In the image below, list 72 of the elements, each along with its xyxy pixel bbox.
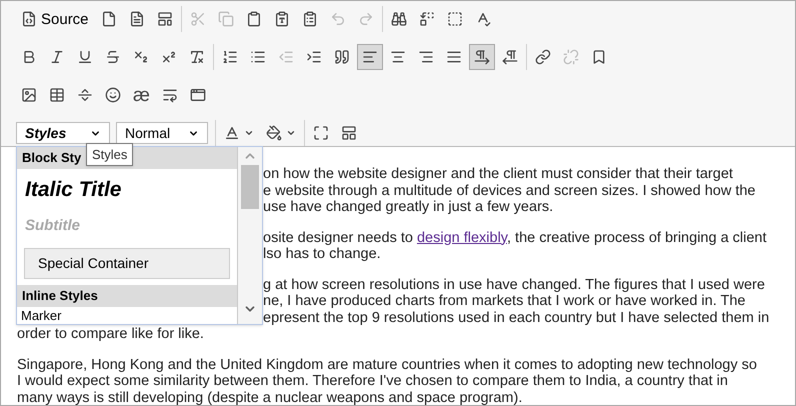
maximize-icon xyxy=(313,125,329,141)
template-icon xyxy=(156,11,173,27)
clipboard-list-icon xyxy=(302,11,318,27)
italic-icon xyxy=(49,49,65,65)
bulleted-list-icon xyxy=(250,49,266,65)
style-dropdown[interactable]: Normal xyxy=(116,122,208,144)
blocks-icon xyxy=(341,125,357,141)
text-line: e website through a multitude of devices and screen sizes. I showed how the xyxy=(263,182,756,198)
text-line: order to compare like for like. xyxy=(17,326,204,342)
remove-format-icon xyxy=(189,49,205,65)
text-color-icon xyxy=(224,125,240,141)
text-line: g at how screen resolutions in use have changed. The figures that I used were xyxy=(263,276,765,292)
underline-icon xyxy=(77,49,93,65)
paint-bucket-icon xyxy=(266,125,282,141)
toolbar-button[interactable] xyxy=(357,44,383,70)
page-break-icon xyxy=(162,87,178,103)
text-line: Singapore, Hong Kong and the United Kingdom are mature countries when it comes to adopting new technology so xyxy=(17,356,757,372)
superscript-icon xyxy=(161,49,177,65)
blank-page-icon xyxy=(100,11,117,27)
align-left-icon xyxy=(362,49,378,65)
toolbar-button[interactable] xyxy=(469,44,495,70)
style-option[interactable]: Italic Title xyxy=(17,169,237,212)
horizontal-line-icon xyxy=(77,87,93,103)
section-heading: Block Sty xyxy=(22,149,82,168)
bookmark-icon xyxy=(591,49,607,65)
text-line: I would expect some similarity between them. Therefore I've chosen to compare them to India, a country that in xyxy=(17,373,728,389)
indent-icon xyxy=(306,49,322,65)
strikethrough-icon xyxy=(105,49,121,65)
justify-icon xyxy=(446,49,462,65)
text-line: osite designer needs to design flexibly, the creative process of bringing a client xyxy=(263,230,767,246)
section-heading: Inline Styles xyxy=(22,287,98,305)
toolbar-button[interactable]: Source xyxy=(16,6,94,32)
window-icon xyxy=(190,87,206,103)
replace-icon xyxy=(418,11,435,27)
scrollbar[interactable] xyxy=(238,147,262,324)
text-line: lso has to change. xyxy=(263,246,381,262)
clipboard-text-icon xyxy=(274,11,290,27)
smiley-icon xyxy=(105,87,121,103)
text-line: on how the website designer and the client must consider that their target xyxy=(263,166,733,182)
style-dropdown[interactable]: Styles xyxy=(16,122,110,144)
caret-icon xyxy=(244,128,254,138)
binoculars-icon xyxy=(390,11,407,27)
toolbar-button[interactable]: æ xyxy=(128,82,155,108)
image-icon xyxy=(21,87,37,103)
scissors-icon xyxy=(190,11,206,27)
table-icon xyxy=(49,87,65,103)
clipboard-icon xyxy=(246,11,262,27)
text-line: epresent the top 9 resolutions used in each country but I have selected them in xyxy=(263,310,770,326)
scroll-thumb[interactable] xyxy=(241,165,259,209)
numbered-list-icon xyxy=(222,49,238,65)
text-line: many ways is still developing (despite a nuclear weapons and space program). xyxy=(17,390,522,406)
align-center-icon xyxy=(390,49,406,65)
text-line: use have changed greatly in just a few years. xyxy=(263,199,554,215)
link-icon xyxy=(535,49,551,65)
outdent-icon xyxy=(278,49,294,65)
copy-icon xyxy=(218,11,234,27)
style-option[interactable]: Marker xyxy=(17,306,237,322)
code-file-icon xyxy=(21,11,37,27)
pilcrow-right-icon xyxy=(474,49,490,65)
redo-icon xyxy=(358,11,374,27)
text-line: ne, I have produced charts from markets that I work or have worked in. The xyxy=(263,293,746,309)
tooltip: Styles xyxy=(86,143,134,166)
unlink-icon xyxy=(563,49,579,65)
pilcrow-left-icon xyxy=(502,49,518,65)
dashed-square-icon xyxy=(446,11,463,27)
undo-icon xyxy=(330,11,346,27)
page-lines-icon xyxy=(128,11,145,27)
subscript-icon xyxy=(133,49,149,65)
caret-icon xyxy=(286,128,296,138)
align-right-icon xyxy=(418,49,434,65)
quote-icon xyxy=(334,49,350,65)
text-link[interactable]: design flexibly xyxy=(416,230,507,246)
